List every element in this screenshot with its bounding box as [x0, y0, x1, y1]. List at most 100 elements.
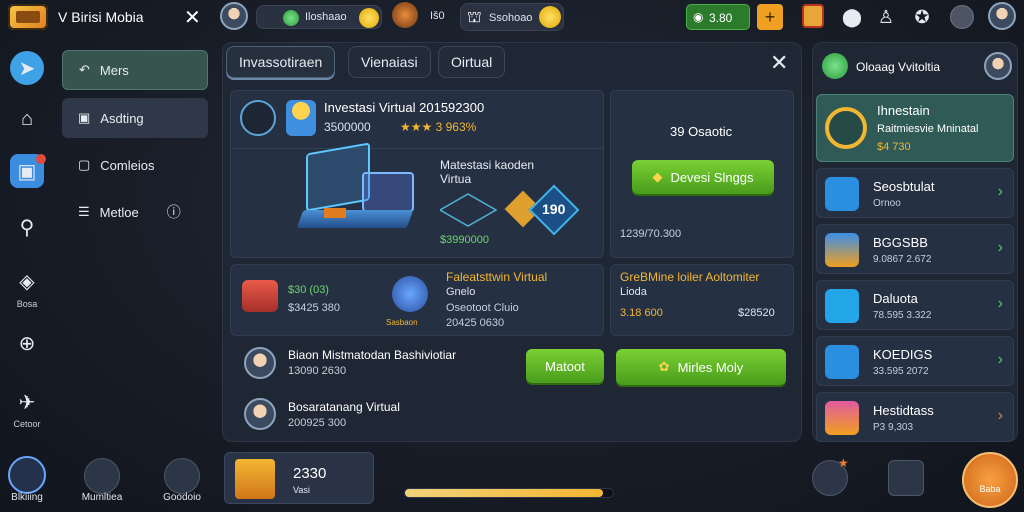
nav-item-label: Metloe [99, 204, 139, 220]
pill-text-2: Ssohoao [489, 12, 533, 24]
nav-item-label: Asdting [100, 110, 144, 126]
mirles-moly-button[interactable]: ✿ Mirles Moly [616, 349, 786, 385]
list-icon: ☰ [78, 204, 90, 219]
row2-line2: Oseotoot Cluio [446, 302, 519, 314]
right-item-sub: Ornoo [873, 198, 901, 209]
right-item-sub: P3 9,303 [873, 422, 914, 433]
featured-title: Investasi Virtual 201592300 [324, 100, 485, 115]
right-item-title: Hestidtass [873, 403, 934, 418]
rail-search-icon[interactable]: ⚲ [10, 210, 44, 244]
menu-icon[interactable] [950, 5, 974, 29]
settings-icon[interactable]: ✪ [910, 5, 934, 29]
progress-fill [405, 489, 603, 497]
top-bar: V Birisi Mobia ✕ Iloshaao Iš0 ⛫ Ssohoao … [0, 0, 1024, 36]
row2-right-left-value: 3.18 600 [620, 307, 663, 319]
bottom-gamepad-icon[interactable] [164, 458, 200, 494]
nav-item-label: Comleios [100, 157, 155, 173]
chevron-right-icon: › [997, 407, 1003, 424]
right-item[interactable]: BGGSBB 9.0867 2.672 › [816, 224, 1014, 274]
panel-close-icon[interactable]: ✕ [770, 50, 788, 76]
nav-item-comleios[interactable]: ▢ Comleios [62, 145, 208, 185]
right-featured-sub: Raitmiesvie Mninatal [877, 123, 979, 135]
add-currency-button[interactable]: + [757, 4, 783, 30]
right-header-label: Oloaag Vvitoltia [856, 60, 941, 74]
search-pill[interactable]: ⛫ Ssohoao [460, 3, 564, 31]
tab-vienaiasi[interactable]: Vienaiasi [348, 46, 431, 78]
right-item[interactable]: KOEDIGS 33.595 2072 › [816, 336, 1014, 386]
chevron-right-icon: › [997, 351, 1003, 368]
wallet-label: Vasi [293, 485, 310, 495]
app-title: V Birisi Mobia [58, 9, 144, 25]
badge-value: 190 [542, 201, 566, 217]
nav-item-metloe[interactable]: ☰ Metloe ⓘ [62, 192, 208, 232]
laptop-illustration [296, 142, 418, 240]
gift-icon[interactable] [802, 4, 824, 28]
right-item[interactable]: Daluota 78.595 3.322 › [816, 280, 1014, 330]
row2-right-right-value: $28520 [738, 307, 775, 319]
bottom-action-button[interactable]: Baba [962, 452, 1018, 508]
gem-icon [283, 10, 299, 26]
bottom-chat-icon[interactable] [84, 458, 120, 494]
right-item[interactable]: Hestidtass P3 9,303 › [816, 392, 1014, 442]
treasure-icon [235, 459, 275, 499]
button-label: Mirles Moly [677, 359, 744, 375]
rail-fish-icon[interactable]: ◈ [10, 264, 44, 298]
rail-house-icon[interactable]: ⌂ [10, 102, 44, 136]
close-icon[interactable]: ✕ [184, 5, 201, 30]
leaf-icon [825, 107, 867, 149]
right-item-title: KOEDIGS [873, 347, 933, 362]
bottom-label: Blkiiing [11, 492, 43, 503]
right-featured-item[interactable]: Ihnestain Raitmiesvie Mninatal $4 730 [816, 94, 1014, 162]
row2-heading: Faleatsttwin Virtual [446, 270, 548, 284]
side-card-footer: 1239/70.300 [620, 228, 682, 240]
user-avatar[interactable] [220, 2, 248, 30]
profile-icon[interactable]: ♙ [874, 5, 898, 29]
featured-amount: $3990000 [440, 234, 489, 246]
star-icon: ★ [838, 456, 849, 470]
row2-right-title: GreBMine loiler Aoltomiter [620, 270, 760, 284]
plus-icon[interactable] [822, 53, 848, 79]
cart-icon [242, 280, 278, 312]
account-avatar[interactable] [988, 2, 1016, 30]
chest-icon [825, 233, 859, 267]
list-item-sub: 13090 2630 [288, 365, 347, 377]
balance-pill[interactable]: ◉ 3.80 [686, 4, 750, 30]
row2-line3: 20425 0630 [446, 317, 505, 329]
info-icon: ⓘ [166, 204, 181, 220]
right-item[interactable]: Seosbtulat Ornoo › [816, 168, 1014, 218]
currency-pill[interactable]: Iloshaao [256, 5, 382, 29]
nav-item-asdting[interactable]: ▣ Asdting [62, 98, 208, 138]
bottom-label: Goodoio [163, 492, 201, 503]
mini-label: Sasbaon [386, 318, 418, 327]
right-item-sub: 33.595 2072 [873, 366, 929, 377]
right-item-title: Seosbtulat [873, 179, 935, 194]
bottom-building-icon[interactable] [888, 460, 924, 496]
list-avatar [244, 398, 276, 430]
rail-home-icon[interactable]: ➤ [10, 51, 44, 85]
smiley-coin-icon [539, 6, 561, 28]
gem-icon: ✿ [658, 359, 670, 374]
list-avatar [244, 347, 276, 379]
character-icon[interactable] [392, 2, 418, 28]
featured-value: 3500000 [324, 120, 371, 134]
row2-line1: Gnelo [446, 286, 476, 298]
right-avatar[interactable] [984, 52, 1012, 80]
tab-invassotiraen[interactable]: Invassotiraen [226, 46, 336, 78]
matoot-button[interactable]: Matoot [526, 349, 604, 383]
rail-crosshair-icon[interactable]: ⊕ [10, 326, 44, 360]
wallet-value: 2330 [293, 465, 327, 482]
nav-item-mers[interactable]: ↶ Mers [62, 50, 208, 90]
row2-title: $30 (03) [288, 284, 329, 296]
nav-item-label: Mers [99, 62, 129, 78]
rail-bird-icon[interactable]: ✈ [10, 385, 44, 419]
document-icon: ▢ [78, 157, 91, 172]
location-icon[interactable]: ⬤ [840, 5, 864, 29]
bottom-feather-icon[interactable] [8, 456, 46, 494]
wallet-card[interactable]: 2330 Vasi [224, 452, 374, 504]
rail-label-bosa: Bosa [16, 299, 38, 309]
tab-oirtual[interactable]: Oirtual [438, 46, 506, 78]
network-graph [439, 190, 500, 230]
right-item-sub: 9.0867 2.672 [873, 254, 932, 265]
chevron-right-icon: › [997, 239, 1003, 256]
devesi-slnggs-button[interactable]: ◆ Devesi Slnggs [632, 160, 774, 194]
